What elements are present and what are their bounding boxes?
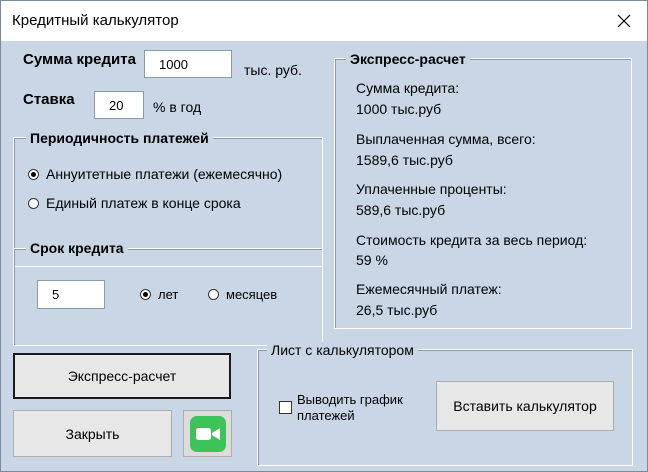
radio-months-indicator bbox=[208, 289, 219, 300]
radio-single-payment-label: Единый платеж в конце срока bbox=[46, 195, 241, 211]
express-legend: Экспресс-расчет bbox=[346, 51, 470, 67]
express-cost-value: 59 % bbox=[356, 252, 388, 268]
radio-years-label: лет bbox=[158, 287, 179, 302]
radio-annuity[interactable]: Аннуитетные платежи (ежемесячно) bbox=[28, 166, 282, 182]
video-button[interactable] bbox=[183, 410, 232, 457]
rate-input[interactable]: 20 bbox=[94, 91, 144, 119]
radio-months[interactable]: месяцев bbox=[208, 287, 277, 302]
show-schedule-label-line2: платежей bbox=[297, 408, 355, 423]
video-camera-icon bbox=[189, 415, 226, 452]
show-schedule-checkbox[interactable] bbox=[279, 401, 292, 414]
periodicity-legend: Периодичность платежей bbox=[26, 130, 213, 146]
term-legend: Срок кредита bbox=[26, 240, 128, 256]
radio-years[interactable]: лет bbox=[140, 287, 178, 302]
sheet-legend: Лист с калькулятором bbox=[267, 342, 418, 358]
loan-amount-unit: тыс. руб. bbox=[244, 62, 302, 78]
radio-single-payment-indicator bbox=[28, 197, 39, 209]
loan-amount-input[interactable]: 1000 bbox=[144, 50, 232, 78]
radio-annuity-indicator bbox=[28, 168, 39, 180]
express-total-label: Выплаченная сумма, всего: bbox=[356, 131, 536, 147]
close-window-button[interactable] bbox=[601, 1, 647, 41]
express-monthly-label: Ежемесячный платеж: bbox=[356, 281, 502, 297]
express-total-value: 1589,6 тыс.руб bbox=[356, 152, 453, 168]
term-input[interactable]: 5 bbox=[37, 280, 105, 309]
express-amount-value: 1000 тыс.руб bbox=[356, 101, 442, 117]
window-title: Кредитный калькулятор bbox=[12, 12, 179, 29]
dialog-body: Сумма кредита 1000 тыс. руб. Ставка 20 %… bbox=[1, 41, 647, 471]
close-button[interactable]: Закрыть bbox=[13, 410, 172, 457]
express-cost-label: Стоимость кредита за весь период: bbox=[356, 232, 588, 248]
radio-annuity-label: Аннуитетные платежи (ежемесячно) bbox=[46, 166, 283, 182]
express-interest-label: Уплаченные проценты: bbox=[356, 181, 507, 197]
radio-single-payment[interactable]: Единый платеж в конце срока bbox=[28, 195, 241, 211]
insert-calculator-button[interactable]: Вставить калькулятор bbox=[436, 381, 614, 431]
express-interest-value: 589,6 тыс.руб bbox=[356, 202, 446, 218]
loan-amount-label: Сумма кредита bbox=[23, 51, 136, 68]
express-amount-label: Сумма кредита: bbox=[356, 80, 460, 96]
close-icon bbox=[617, 14, 631, 28]
dialog-window: Кредитный калькулятор Сумма кредита 1000… bbox=[0, 0, 648, 472]
express-calc-button[interactable]: Экспресс-расчет bbox=[13, 353, 231, 399]
title-bar: Кредитный калькулятор bbox=[1, 1, 647, 41]
rate-unit: % в год bbox=[153, 99, 202, 115]
radio-months-label: месяцев bbox=[226, 287, 278, 302]
show-schedule-label-line1: Выводить график bbox=[297, 392, 403, 407]
rate-label: Ставка bbox=[23, 91, 75, 108]
express-monthly-value: 26,5 тыс.руб bbox=[356, 302, 438, 318]
radio-years-indicator bbox=[140, 289, 151, 300]
